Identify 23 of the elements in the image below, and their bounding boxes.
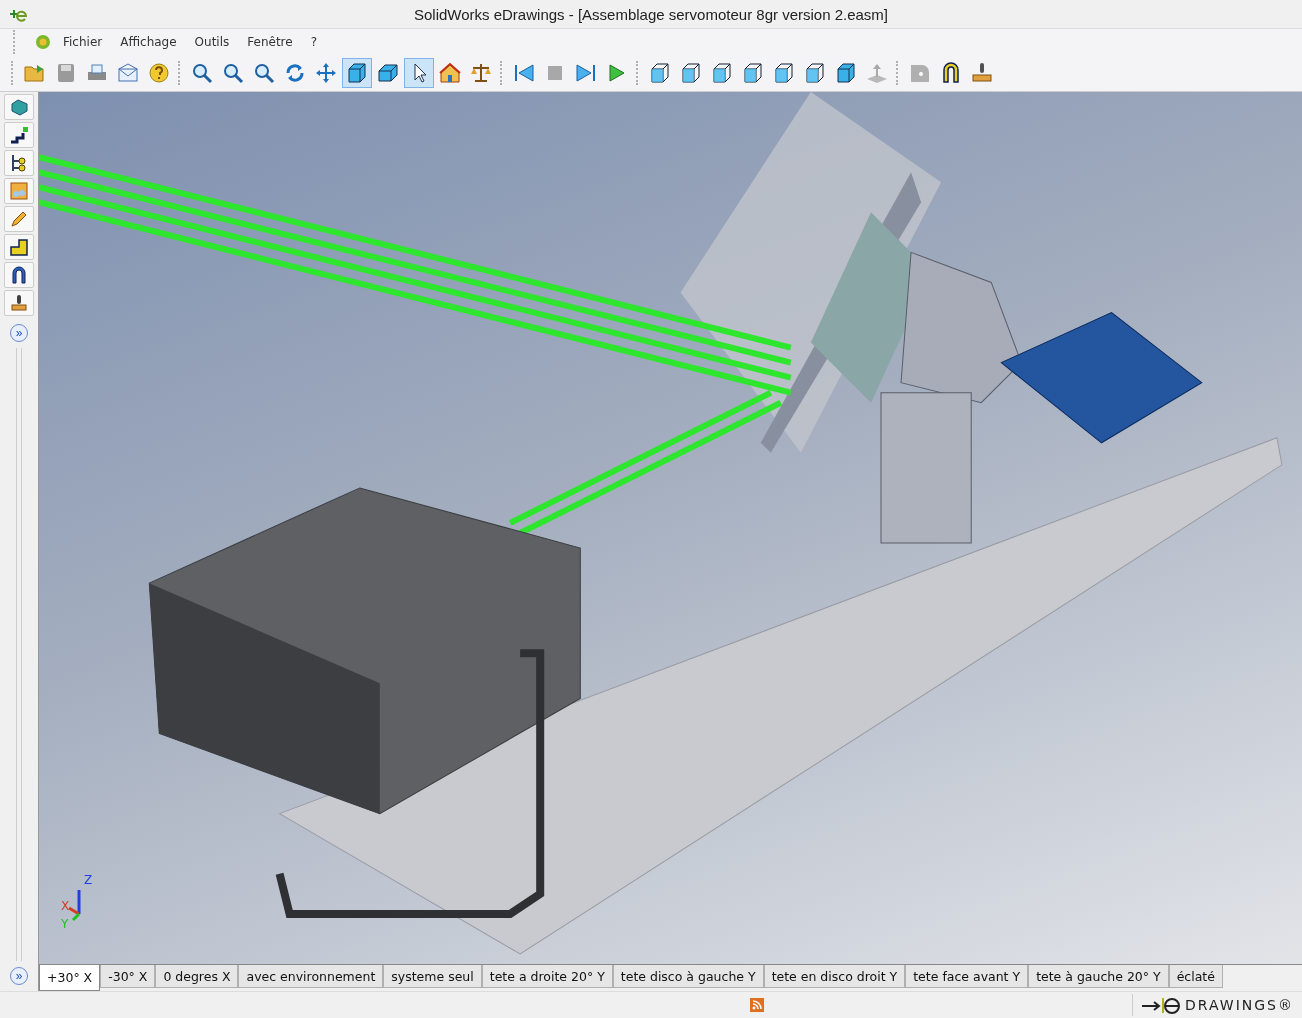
- menu-item[interactable]: Affichage: [118, 33, 179, 51]
- view-tab[interactable]: tete a droite 20° Y: [481, 965, 613, 988]
- menu-item[interactable]: Fichier: [61, 33, 105, 51]
- view-tab[interactable]: tete en disco droit Y: [763, 965, 906, 988]
- view-tab[interactable]: systeme seul: [383, 965, 482, 988]
- menu-item[interactable]: ?: [308, 33, 320, 51]
- menu-item[interactable]: Outils: [192, 33, 232, 51]
- menu-item[interactable]: Fenêtre: [245, 33, 295, 51]
- axis-label: X: [61, 900, 70, 912]
- view-tab[interactable]: 0 degres X: [155, 965, 239, 988]
- axis-label: Y: [61, 918, 69, 930]
- window-title: SolidWorks eDrawings - [Assemblage servomoteur 8gr version 2.easm]: [413, 5, 889, 23]
- view-tab[interactable]: +30° X: [39, 965, 101, 991]
- view-tab[interactable]: tete face avant Y: [905, 965, 1029, 988]
- view-tab[interactable]: tete à gauche 20° Y: [1028, 965, 1169, 988]
- expand-button[interactable]: »: [10, 324, 28, 342]
- axis-label: Z: [84, 874, 93, 886]
- logo-text: DRAWINGS®: [1185, 997, 1294, 1013]
- view-tab[interactable]: éclaté: [1168, 965, 1223, 988]
- view-tab[interactable]: tete disco à gauche Y: [612, 965, 764, 988]
- view-tab[interactable]: avec environnement: [238, 965, 384, 988]
- expand-button[interactable]: »: [10, 967, 28, 985]
- view-tab[interactable]: -30° X: [100, 965, 156, 988]
